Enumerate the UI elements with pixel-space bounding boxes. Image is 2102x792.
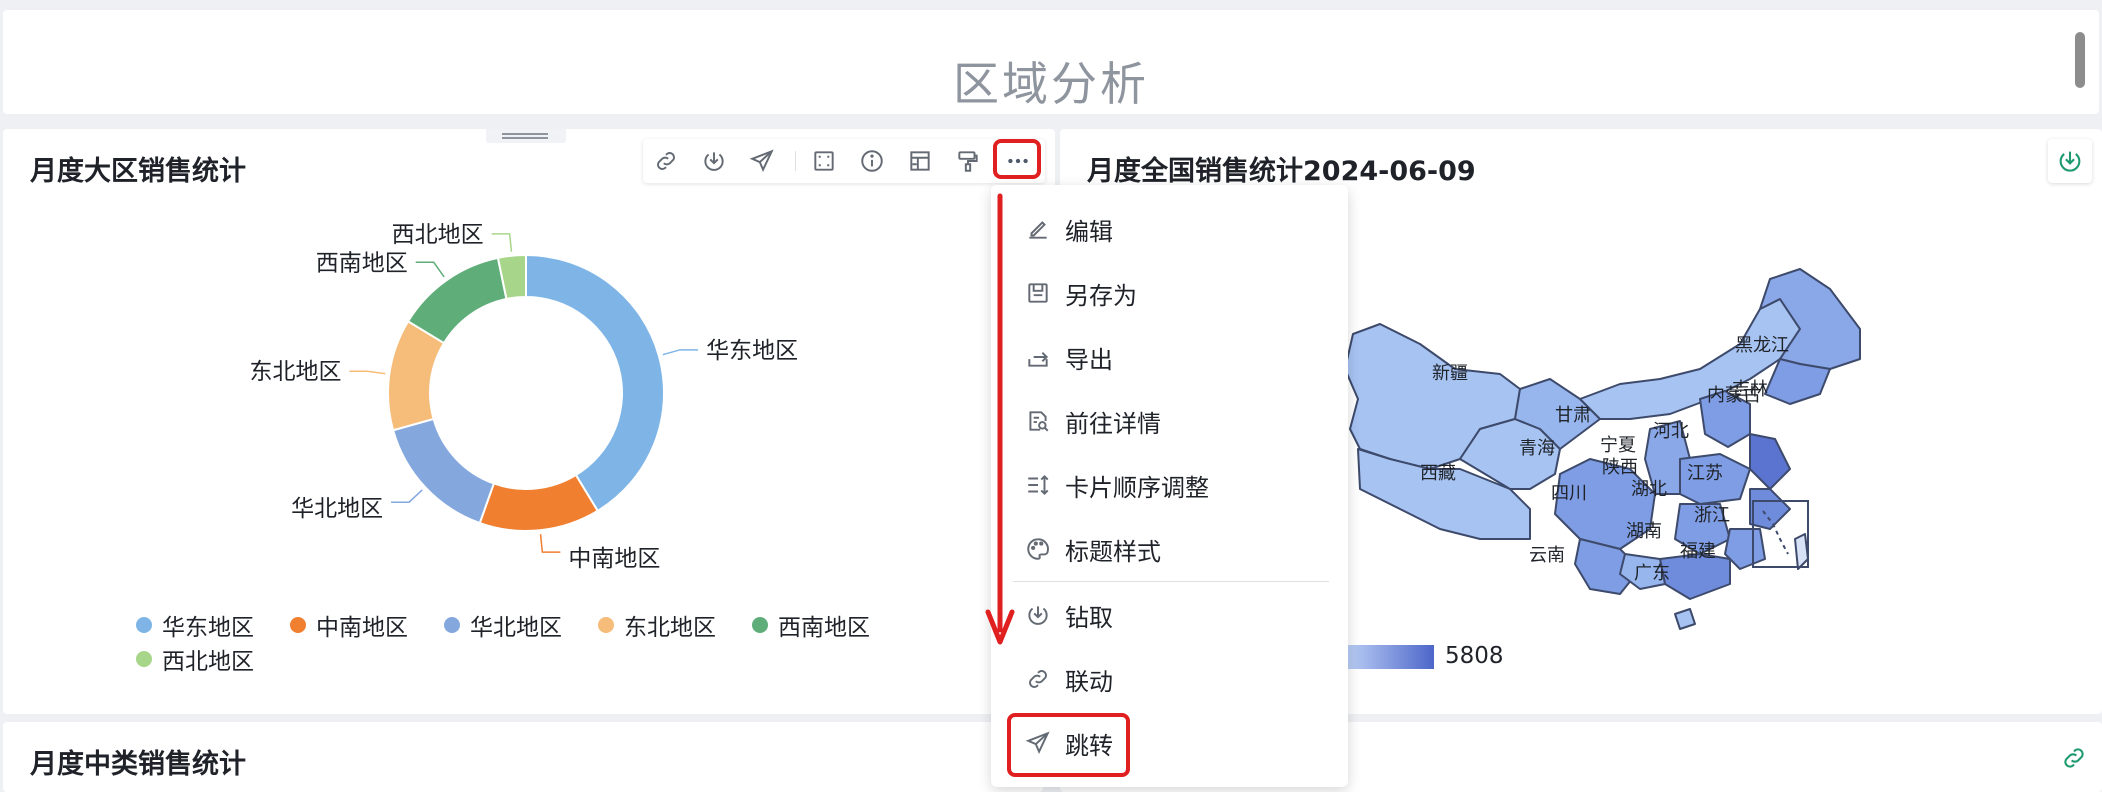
slice-label: 华东地区 [706, 338, 798, 364]
palette-icon [1025, 536, 1051, 562]
map-region-neimenggu [1579, 298, 1801, 420]
label-leader-line [491, 233, 513, 252]
drill-icon [1025, 602, 1051, 628]
legend-entry[interactable]: 中南地区 [316, 608, 408, 642]
province-label: 甘肃 [1555, 405, 1591, 426]
menu-item-drill[interactable]: 钻取 [991, 589, 1348, 641]
save-as-icon [1025, 280, 1051, 306]
province-label: 吉林 [1732, 379, 1768, 400]
legend-entry[interactable]: 华东地区 [162, 608, 254, 642]
slice-label: 东北地区 [249, 359, 341, 385]
label-leader-line [539, 534, 561, 553]
legend-swatch [752, 617, 768, 633]
donut-slice[interactable] [391, 417, 496, 525]
province-label: 黑龙江 [1735, 335, 1789, 356]
menu-divider [1013, 581, 1329, 582]
legend-swatch [136, 651, 152, 667]
province-label: 湖南 [1626, 521, 1662, 542]
region-sales-card: 月度大区销售统计 华东地区 中南地区 华北地区 东北地区 西南地区 西北地区 华… [3, 129, 1055, 714]
legend-swatch [598, 617, 614, 633]
jump-highlight-box [1007, 713, 1130, 777]
label-leader-line [415, 261, 445, 278]
legend-entry[interactable]: 华北地区 [470, 608, 562, 642]
map-scale-max: 5808 [1445, 643, 1504, 669]
menu-item-label: 前往详情 [1065, 409, 1161, 438]
menu-item-label: 卡片顺序调整 [1065, 473, 1209, 502]
menu-item-label: 联动 [1065, 667, 1113, 696]
map-region-zhejiang [1749, 488, 1791, 530]
province-label: 福建 [1680, 541, 1716, 562]
menu-item-edit[interactable]: 编辑 [991, 203, 1348, 255]
card-title: 月度中类销售统计 [30, 749, 246, 780]
menu-item-card-order[interactable]: 卡片顺序调整 [991, 459, 1348, 511]
menu-item-label: 编辑 [1065, 217, 1113, 246]
map-region-hainan [1674, 608, 1696, 630]
label-leader-line [662, 349, 699, 356]
province-label: 宁夏 [1600, 435, 1636, 456]
menu-item-label: 标题样式 [1065, 537, 1161, 566]
donut-slice[interactable] [406, 256, 508, 345]
legend-entry[interactable]: 东北地区 [624, 608, 716, 642]
slice-label: 西南地区 [316, 250, 408, 276]
mid-category-sales-card: 月度中类销售统计 [3, 722, 1043, 792]
page-title: 区域分析 [953, 57, 1149, 111]
slice-label: 华北地区 [291, 496, 383, 522]
slice-label: 西北地区 [392, 222, 484, 248]
menu-item-label: 钻取 [1065, 603, 1113, 632]
legend-swatch [136, 617, 152, 633]
province-label: 湖北 [1631, 479, 1667, 500]
province-label: 四川 [1551, 483, 1587, 504]
label-leader-line [391, 489, 423, 503]
menu-item-label: 另存为 [1065, 281, 1137, 310]
menu-item-link[interactable]: 联动 [991, 653, 1348, 705]
sort-order-icon [1025, 472, 1051, 498]
label-leader-line [349, 370, 386, 375]
province-label: 浙江 [1694, 505, 1730, 526]
province-label: 广东 [1634, 563, 1670, 584]
slice-label: 中南地区 [568, 546, 660, 572]
province-label: 新疆 [1432, 363, 1468, 384]
donut-slice[interactable] [525, 253, 665, 513]
scrollbar-thumb[interactable] [2075, 32, 2085, 88]
edit-icon [1025, 216, 1051, 242]
legend-swatch [290, 617, 306, 633]
map-color-scale [1348, 645, 1434, 669]
map-region-jiangsu [1749, 433, 1791, 490]
link-icon [1025, 666, 1051, 692]
menu-item-save-as[interactable]: 另存为 [991, 267, 1348, 319]
legend-entry[interactable]: 西北地区 [162, 642, 254, 676]
details-icon [1025, 408, 1051, 434]
menu-item-label: 导出 [1065, 345, 1113, 374]
province-label: 西藏 [1420, 463, 1456, 484]
province-label: 河北 [1653, 421, 1689, 442]
province-label: 青海 [1519, 438, 1555, 459]
province-label: 云南 [1529, 545, 1565, 566]
chart-legend: 华东地区 中南地区 华北地区 东北地区 西南地区 [136, 608, 870, 642]
card-context-menu: 编辑 另存为 导出 前往详情 卡片顺序调整 标题样式 钻取 联动 跳转 [991, 185, 1348, 787]
legend-swatch [444, 617, 460, 633]
map-region-taiwan [1794, 533, 1809, 570]
page-header: 区域分析 [3, 10, 2099, 114]
menu-item-go-to-details[interactable]: 前往详情 [991, 395, 1348, 447]
export-icon [1025, 344, 1051, 370]
chart-legend-row-2: 西北地区 [136, 642, 254, 676]
menu-item-title-style[interactable]: 标题样式 [991, 523, 1348, 575]
donut-slice[interactable] [478, 473, 600, 532]
province-label: 陕西 [1602, 457, 1638, 478]
legend-entry[interactable]: 西南地区 [778, 608, 870, 642]
province-label: 江苏 [1687, 463, 1723, 484]
link-icon[interactable] [2060, 744, 2088, 772]
menu-item-export[interactable]: 导出 [991, 331, 1348, 383]
